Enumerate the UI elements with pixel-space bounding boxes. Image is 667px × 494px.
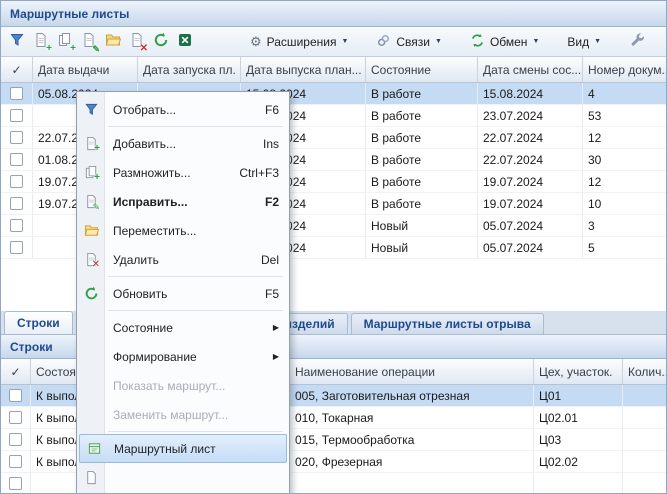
status-badge: Новый <box>366 237 478 258</box>
status-badge: В работе <box>366 149 478 170</box>
row-checkbox[interactable] <box>10 87 23 100</box>
extensions-menu-button[interactable]: ⚙ Расширения ▼ <box>243 30 355 54</box>
column-header-number[interactable]: Номер докум... <box>583 57 666 82</box>
tab-tearoff-route-sheets[interactable]: Маршрутные листы отрыва <box>351 313 544 334</box>
wrench-icon <box>630 32 646 51</box>
tab-lines[interactable]: Строки <box>4 311 73 334</box>
row-checkbox[interactable] <box>10 175 23 188</box>
exchange-menu-button[interactable]: Обмен ▼ <box>463 30 546 54</box>
column-header-state[interactable]: Состояние <box>366 57 478 82</box>
row-checkbox[interactable] <box>9 477 22 490</box>
menu-item-delete[interactable]: ✕ Удалить Del <box>77 245 289 274</box>
menu-item-refresh[interactable]: Обновить F5 <box>77 279 289 308</box>
copy-document-icon: + <box>82 164 100 182</box>
edit-document-button[interactable]: ✎ <box>77 30 101 54</box>
document-icon <box>82 469 100 487</box>
funnel-icon <box>82 101 100 119</box>
row-checkbox[interactable] <box>10 131 23 144</box>
row-checkbox[interactable] <box>10 241 23 254</box>
status-badge: В работе <box>366 83 478 104</box>
lines-section-title: Строки <box>10 340 53 354</box>
row-checkbox[interactable] <box>9 411 22 424</box>
refresh-icon <box>82 285 100 303</box>
menu-item-edit[interactable]: ✎ Исправить... F2 <box>77 187 289 216</box>
menu-item-partial[interactable] <box>77 463 289 492</box>
column-header-release[interactable]: Дата выпуска план... <box>241 57 366 82</box>
row-checkbox[interactable] <box>10 197 23 210</box>
chevron-down-icon: ▼ <box>341 38 348 45</box>
menu-item-show-route: Показать маршрут... <box>77 371 289 400</box>
filter-button[interactable] <box>5 30 29 54</box>
page-title: Маршрутные листы <box>10 7 129 21</box>
menu-item-filter[interactable]: Отобрать... F6 <box>77 95 289 124</box>
settings-wrench-button[interactable] <box>626 30 650 54</box>
route-sheets-table-header: ✓ Дата выдачи Дата запуска пл. Дата выпу… <box>1 57 666 83</box>
row-checkbox[interactable] <box>9 433 22 446</box>
move-button[interactable] <box>101 30 125 54</box>
view-menu-button[interactable]: Вид ▼ <box>560 30 608 54</box>
menu-item-move[interactable]: Переместить... <box>77 216 289 245</box>
links-icon <box>376 33 391 51</box>
delete-document-button[interactable]: ✕ <box>125 30 149 54</box>
status-badge: В работе <box>366 127 478 148</box>
column-header-quantity[interactable]: Колич... <box>623 359 666 384</box>
edit-document-icon: ✎ <box>82 193 100 211</box>
menu-item-add[interactable]: + Добавить... Ins <box>77 129 289 158</box>
context-menu: Отобрать... F6 + Добавить... Ins + Размн… <box>76 91 290 494</box>
menu-item-formation[interactable]: Формирование ▶ <box>77 342 289 371</box>
column-header-issued[interactable]: Дата выдачи <box>33 57 138 82</box>
add-document-button[interactable]: + <box>29 30 53 54</box>
status-badge: Новый <box>366 215 478 236</box>
delete-document-icon: ✕ <box>82 251 100 269</box>
gear-icon: ⚙ <box>250 35 262 48</box>
exchange-icon <box>470 33 485 51</box>
copy-document-button[interactable]: + <box>53 30 77 54</box>
status-badge: В работе <box>366 193 478 214</box>
row-checkbox[interactable] <box>10 219 23 232</box>
window-titlebar: Маршрутные листы <box>1 1 666 27</box>
menu-separator <box>108 310 283 311</box>
submenu-arrow-icon: ▶ <box>273 324 279 332</box>
menu-item-state[interactable]: Состояние ▶ <box>77 313 289 342</box>
row-checkbox[interactable] <box>10 109 23 122</box>
column-header-operation[interactable]: Наименование операции <box>290 359 534 384</box>
route-sheets-window: Маршрутные листы + + ✎ ✕ <box>0 0 667 494</box>
column-header-launch[interactable]: Дата запуска пл. <box>138 57 241 82</box>
excel-icon <box>177 32 193 51</box>
row-checkbox[interactable] <box>9 389 22 402</box>
refresh-button[interactable] <box>149 30 173 54</box>
submenu-arrow-icon: ▶ <box>273 353 279 361</box>
row-checkbox[interactable] <box>10 153 23 166</box>
toolbar: + + ✎ ✕ ⚙ Расширения ▼ Связи <box>1 27 666 57</box>
menu-separator <box>108 126 283 127</box>
status-badge: В работе <box>366 105 478 126</box>
menu-item-replace-route: Заменить маршрут... <box>77 400 289 429</box>
menu-separator <box>108 431 283 432</box>
menu-item-duplicate[interactable]: + Размножить... Ctrl+F3 <box>77 158 289 187</box>
links-menu-button[interactable]: Связи ▼ <box>369 30 449 54</box>
route-sheet-icon <box>85 440 103 458</box>
chevron-down-icon: ▼ <box>532 38 539 45</box>
check-column-header[interactable]: ✓ <box>1 359 31 384</box>
column-header-workshop[interactable]: Цех, участок. <box>534 359 623 384</box>
chevron-down-icon: ▼ <box>435 38 442 45</box>
excel-export-button[interactable] <box>173 30 197 54</box>
add-document-icon: + <box>82 135 100 153</box>
folder-icon <box>82 222 100 240</box>
menu-separator <box>108 276 283 277</box>
funnel-icon <box>9 32 25 51</box>
folder-icon <box>105 32 121 51</box>
chevron-down-icon: ▼ <box>594 38 601 45</box>
menu-item-route-sheet[interactable]: Маршрутный лист <box>79 434 287 463</box>
status-badge: В работе <box>366 171 478 192</box>
check-column-header[interactable]: ✓ <box>1 57 33 82</box>
column-header-state-change[interactable]: Дата смены сос... <box>478 57 583 82</box>
row-checkbox[interactable] <box>9 455 22 468</box>
refresh-icon <box>153 32 169 51</box>
